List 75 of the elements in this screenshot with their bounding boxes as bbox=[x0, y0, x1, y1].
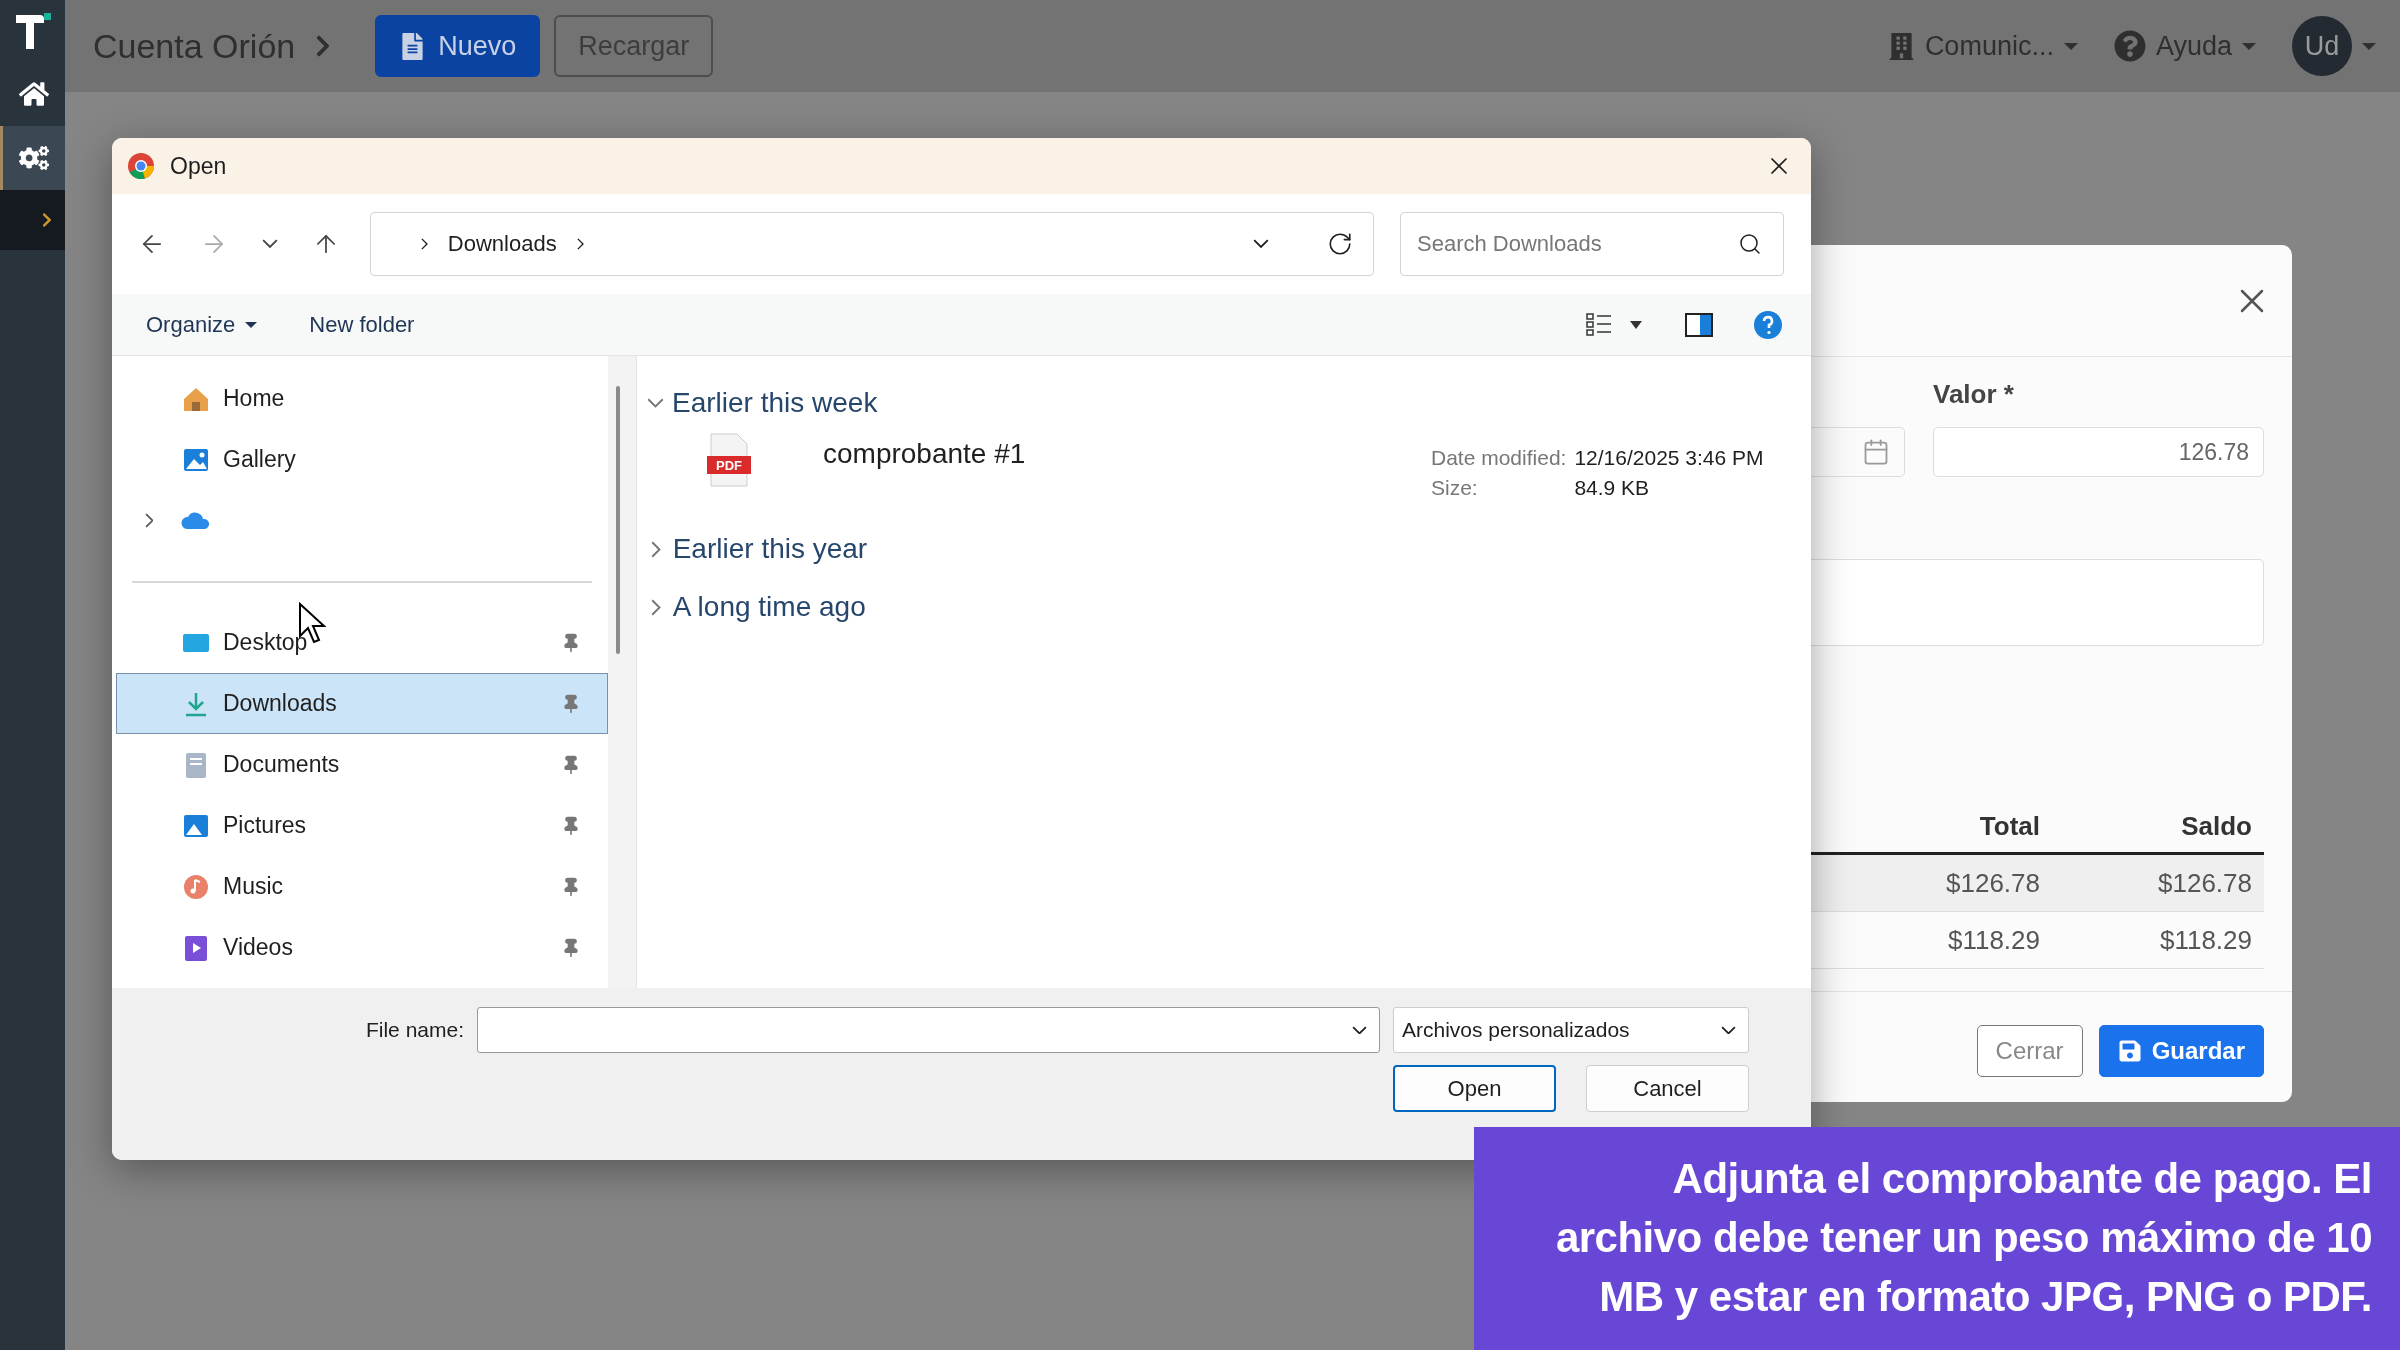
browser-icon bbox=[126, 151, 156, 181]
chevron-icon bbox=[262, 239, 278, 249]
pin-icon[interactable] bbox=[561, 937, 581, 958]
user-menu[interactable]: Ud bbox=[2292, 16, 2376, 76]
nav-item[interactable]: Desktop bbox=[116, 612, 608, 673]
chevron-icon bbox=[576, 238, 584, 250]
file-name-field[interactable] bbox=[477, 1007, 1380, 1053]
caret-icon bbox=[2063, 42, 2078, 50]
field-label: Valor * bbox=[1933, 379, 2015, 411]
refresh-icon[interactable] bbox=[1327, 231, 1353, 257]
calendar-icon bbox=[1862, 438, 1890, 466]
search-icon bbox=[1738, 232, 1762, 256]
file-size: 84.9 KB bbox=[1574, 476, 1651, 500]
preview-pane-icon[interactable] bbox=[1685, 312, 1713, 337]
pin-icon[interactable] bbox=[561, 693, 581, 714]
nav-item[interactable]: Downloads bbox=[116, 673, 608, 734]
chevron-icon bbox=[651, 540, 661, 558]
meta-label: Size: bbox=[1431, 476, 1479, 500]
breadcrumb[interactable]: Downloads bbox=[447, 231, 557, 257]
nav-item[interactable]: Home bbox=[116, 368, 608, 429]
breadcrumb: Cuenta Orión bbox=[93, 26, 296, 66]
open-button[interactable]: Open bbox=[1393, 1065, 1556, 1112]
chevron-icon bbox=[647, 398, 664, 408]
scrollbar[interactable] bbox=[616, 386, 620, 654]
pin-icon[interactable] bbox=[561, 876, 581, 897]
expand-icon[interactable] bbox=[144, 513, 154, 528]
sidebar-item[interactable] bbox=[0, 126, 65, 190]
new-folder-button[interactable]: New folder bbox=[309, 311, 415, 338]
chevron-icon bbox=[1721, 1025, 1736, 1035]
chevron-icon bbox=[1352, 1025, 1367, 1035]
nav-item[interactable]: Documents bbox=[116, 734, 608, 795]
new-button[interactable]: Nuevo bbox=[375, 15, 541, 77]
pin-icon[interactable] bbox=[561, 632, 581, 653]
pin-icon[interactable] bbox=[561, 754, 581, 775]
file-type-dropdown[interactable]: Archivos personalizados bbox=[1393, 1007, 1749, 1053]
table-cell: $118.29 bbox=[1840, 912, 2052, 969]
caption: Adjunta el comprobante de pago. El archivo debe tener un peso máximo de 10 MB y estar en formato JPG, PNG o PDF. bbox=[1474, 1127, 2400, 1350]
table-cell: $118.29 bbox=[2052, 912, 2264, 969]
close-button[interactable]: Cerrar bbox=[1976, 1025, 2083, 1077]
nav-item[interactable]: Videos bbox=[116, 917, 608, 978]
help-icon[interactable] bbox=[1753, 309, 1783, 340]
dropdown-icon[interactable] bbox=[1253, 239, 1269, 249]
group-header[interactable]: Earlier this week bbox=[647, 374, 1811, 432]
help-icon bbox=[2113, 30, 2146, 62]
nav-item[interactable]: Music bbox=[116, 856, 608, 917]
view-options-icon[interactable] bbox=[1585, 311, 1645, 338]
meta-label: Date modified: bbox=[1431, 446, 1567, 470]
save-icon bbox=[2117, 1039, 2142, 1063]
pin-icon[interactable] bbox=[561, 815, 581, 836]
table-cell: $126.78 bbox=[1840, 855, 2052, 912]
caret-icon bbox=[2242, 42, 2256, 50]
home-icon bbox=[19, 79, 49, 109]
nav-item[interactable]: Pictures bbox=[116, 795, 608, 856]
chevron-icon bbox=[421, 238, 428, 250]
date-modified: 12/16/2025 3:46 PM bbox=[1574, 446, 1765, 470]
table-cell: $126.78 bbox=[2052, 855, 2264, 912]
nav-item[interactable]: Gallery bbox=[116, 429, 608, 490]
chevron-icon bbox=[651, 598, 661, 616]
search-field[interactable]: Search Downloads bbox=[1400, 212, 1784, 276]
logo-icon bbox=[13, 11, 52, 51]
group-header[interactable]: Earlier this year bbox=[647, 520, 1811, 578]
save-button[interactable]: Guardar bbox=[2098, 1025, 2264, 1077]
file-name[interactable]: comprobante #1 bbox=[823, 432, 1431, 470]
field-label: File name: bbox=[364, 1017, 464, 1043]
settings-icon bbox=[19, 143, 49, 173]
window-title: Open bbox=[170, 152, 227, 180]
group-header[interactable]: A long time ago bbox=[647, 578, 1811, 636]
cancel-button[interactable]: Cancel bbox=[1586, 1065, 1749, 1112]
organize-menu[interactable]: Organize bbox=[146, 311, 258, 338]
avatar: Ud bbox=[2292, 16, 2352, 76]
building-icon bbox=[1887, 32, 1915, 60]
address-bar[interactable]: Downloads bbox=[370, 212, 1374, 276]
value-field[interactable]: 126.78 bbox=[1933, 427, 2264, 477]
caret-icon bbox=[2362, 42, 2376, 50]
caret-icon bbox=[245, 321, 258, 328]
